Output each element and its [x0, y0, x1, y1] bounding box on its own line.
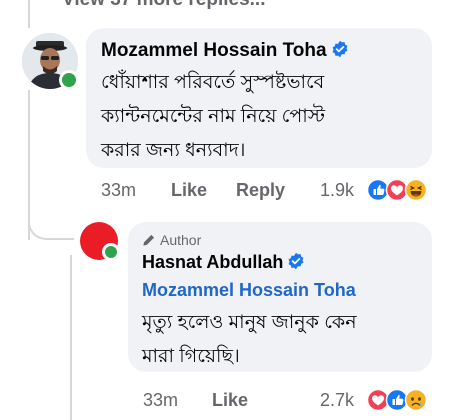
comment-text: ধোঁয়াশার পরিবর্তে সুস্পষ্টভাবে ক্যান্টন…: [101, 72, 326, 161]
reply-timestamp[interactable]: 33m: [143, 390, 178, 411]
author-badge-label: Author: [160, 232, 202, 248]
pencil-icon: [143, 234, 155, 246]
like-icon: [366, 178, 390, 202]
like-button[interactable]: Like: [171, 180, 207, 201]
author-name[interactable]: Hasnat Abdullah: [142, 252, 283, 272]
reply-text: মৃত্যু হলেও মানুষ জানুক কেন মারা গিয়েছি…: [142, 312, 357, 367]
thread-line-reply: [70, 255, 72, 420]
view-more-replies-link[interactable]: View 37 more replies...: [62, 0, 265, 11]
haha-icon: [404, 178, 428, 202]
like-icon: [385, 388, 409, 412]
comment-timestamp[interactable]: 33m: [101, 180, 136, 201]
reaction-icons[interactable]: [366, 178, 447, 202]
reply-author[interactable]: Hasnat Abdullah: [142, 252, 305, 273]
like-button[interactable]: Like: [212, 390, 248, 411]
comment-author[interactable]: Mozammel Hossain Toha: [101, 40, 349, 62]
reply-button[interactable]: Reply: [236, 180, 285, 201]
online-status-dot: [59, 70, 79, 90]
sad-icon: [404, 388, 428, 412]
love-icon: [385, 178, 409, 202]
thread-line-top: [28, 0, 30, 28]
author-name[interactable]: Mozammel Hossain Toha: [101, 40, 327, 61]
reaction-count[interactable]: 2.7k: [320, 390, 354, 411]
verified-badge-icon: [288, 252, 304, 270]
reaction-count[interactable]: 1.9k: [320, 180, 354, 201]
reaction-icons[interactable]: [366, 388, 447, 412]
verified-badge-icon: [332, 40, 348, 58]
mention-link[interactable]: Mozammel Hossain Toha: [142, 280, 356, 301]
author-badge: Author: [142, 232, 201, 248]
love-icon: [366, 388, 390, 412]
thread-connector: [28, 212, 74, 240]
online-status-dot: [102, 243, 120, 261]
